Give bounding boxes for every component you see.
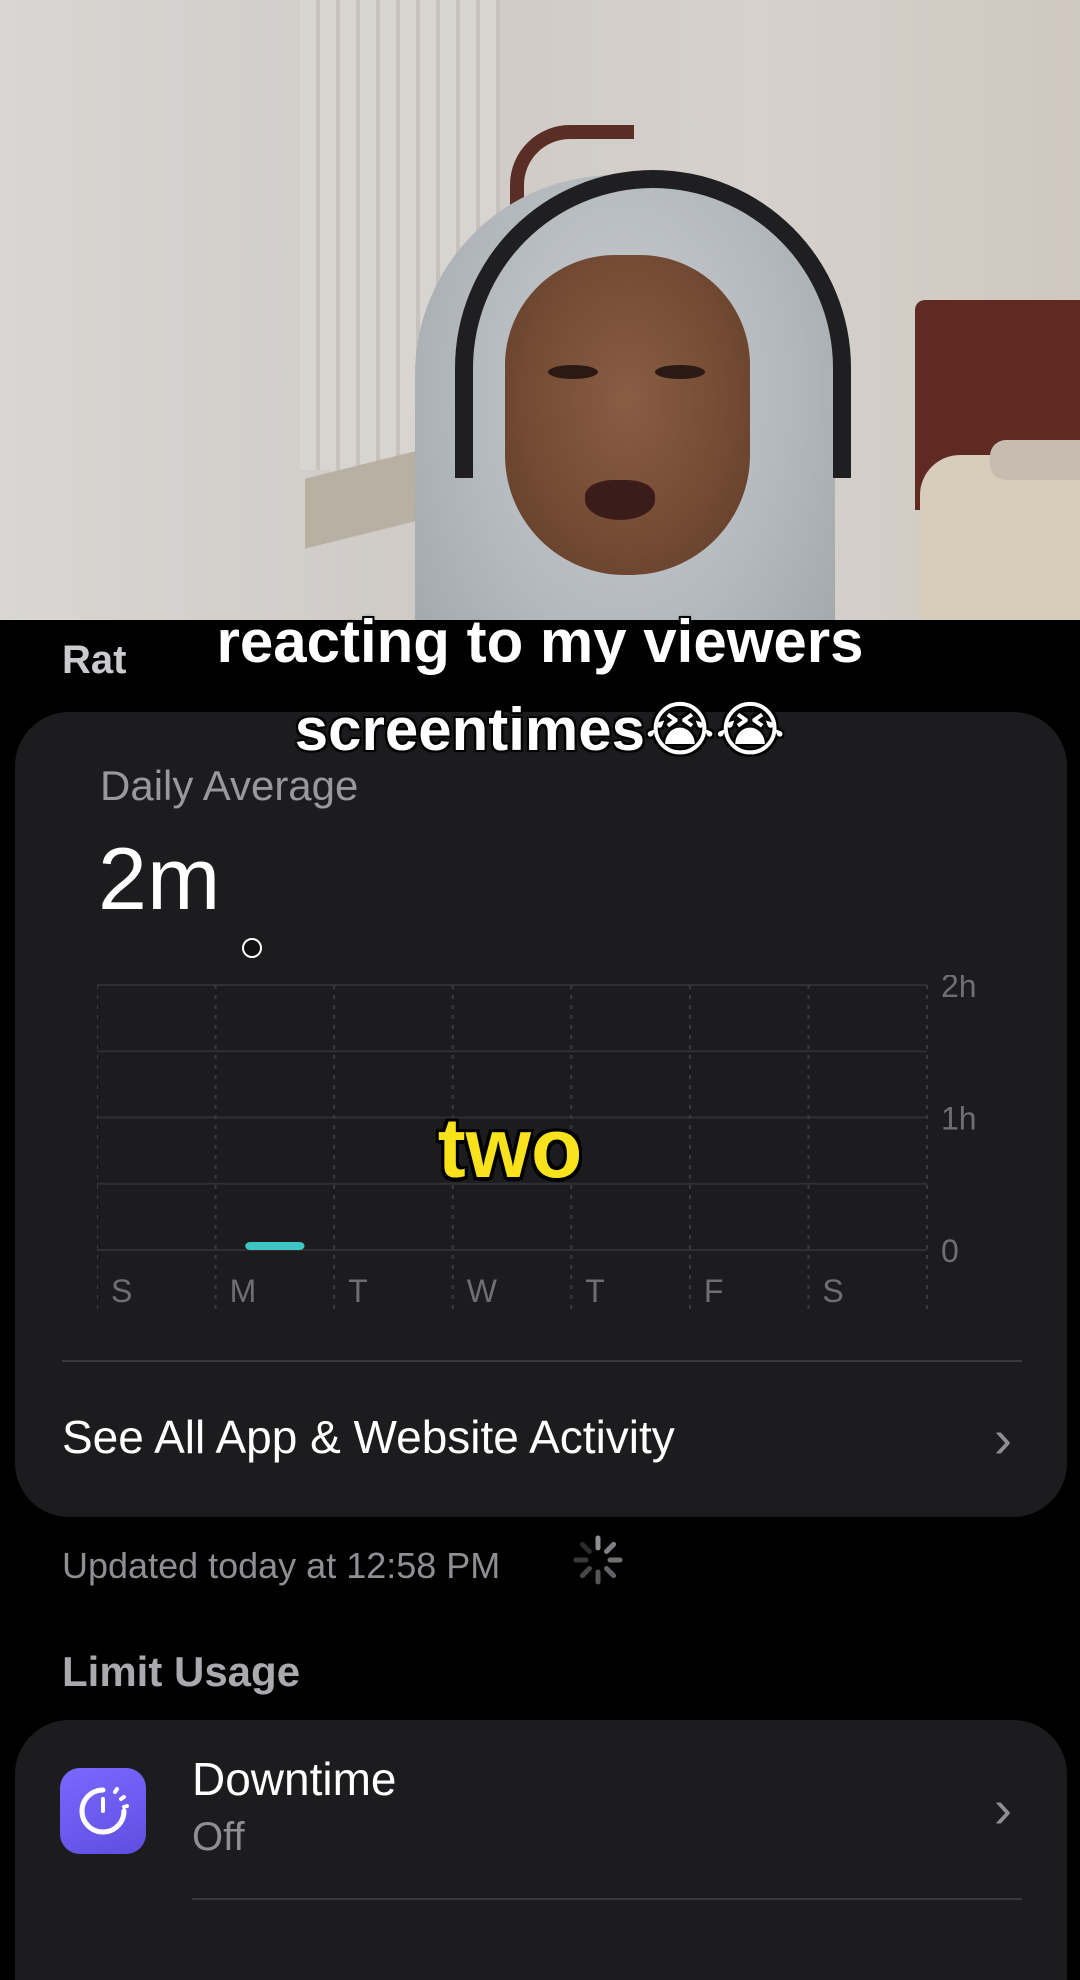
daily-average-label: Daily Average xyxy=(100,762,359,809)
card-divider xyxy=(62,1360,1022,1362)
downtime-title: Downtime xyxy=(192,1753,397,1805)
row-separator xyxy=(192,1898,1022,1900)
video-caption-line1: reacting to my viewers xyxy=(216,608,864,675)
webcam-video-frame xyxy=(0,0,1080,620)
daily-average-value: 2m xyxy=(98,829,221,928)
chart-x-tick-label: S xyxy=(822,1273,843,1309)
chart-x-tick-label: S xyxy=(111,1273,132,1309)
downtime-status: Off xyxy=(192,1815,245,1859)
chevron-right-icon: › xyxy=(994,1779,1012,1839)
loading-spinner-icon xyxy=(573,1535,623,1585)
chart-x-tick-label: T xyxy=(585,1273,605,1309)
video-caption-line2: screentimes😭😭 xyxy=(294,696,786,763)
see-all-activity-label: See All App & Website Activity xyxy=(62,1411,675,1463)
person-mouth xyxy=(585,480,655,520)
chart-x-tick-label: W xyxy=(467,1273,498,1309)
chart-bar xyxy=(245,1242,305,1250)
chevron-right-icon: › xyxy=(994,1409,1012,1469)
see-all-activity-row[interactable]: See All App & Website Activity › xyxy=(62,1409,1032,1480)
downtime-icon xyxy=(60,1768,146,1854)
spoken-word-caption: two xyxy=(437,1101,583,1195)
pillow xyxy=(990,440,1080,480)
chart-y-tick-label: 2h xyxy=(941,975,977,1004)
cursor-icon xyxy=(242,938,262,958)
limit-usage-heading: Limit Usage xyxy=(62,1648,301,1695)
chart-x-tick-label: F xyxy=(704,1273,724,1309)
chart-x-tick-label: M xyxy=(230,1273,257,1309)
chart-x-tick-label: T xyxy=(348,1273,368,1309)
updated-timestamp: Updated today at 12:58 PM xyxy=(62,1545,501,1586)
downtime-row[interactable] xyxy=(15,1720,1067,1980)
chart-y-tick-label: 0 xyxy=(941,1233,959,1269)
